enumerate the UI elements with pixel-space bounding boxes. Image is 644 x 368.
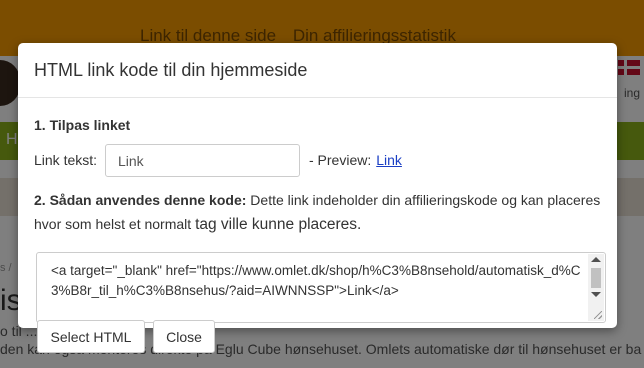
preview-link[interactable]: Link (376, 152, 402, 168)
usage-heading: 2. Sådan anvendes denne kode: (34, 192, 247, 208)
link-text-input[interactable] (105, 144, 300, 177)
select-html-button[interactable]: Select HTML (37, 320, 145, 353)
modal-title: HTML link kode til din hjemmeside (34, 60, 308, 80)
html-code-textarea[interactable]: <a target="_blank" href="https://www.oml… (36, 252, 606, 323)
modal-header: HTML link kode til din hjemmeside (18, 43, 617, 98)
usage-text-end: tag ville kunne placeres. (195, 216, 362, 233)
html-code-text[interactable]: <a target="_blank" href="https://www.oml… (51, 261, 581, 301)
html-link-modal: HTML link kode til din hjemmeside 1. Til… (18, 43, 617, 328)
preview-label: - Preview: (309, 152, 372, 168)
scroll-down-icon[interactable] (591, 292, 601, 297)
customize-link-heading: 1. Tilpas linket (34, 117, 131, 133)
resize-handle-icon[interactable] (594, 311, 602, 319)
link-text-label: Link tekst: (34, 152, 98, 168)
close-button[interactable]: Close (153, 320, 215, 353)
scroll-up-icon[interactable] (591, 257, 601, 262)
usage-instructions: 2. Sådan anvendes denne kode: Dette link… (34, 188, 606, 237)
scroll-thumb[interactable] (591, 268, 601, 288)
preview: - Preview: Link (309, 152, 402, 168)
